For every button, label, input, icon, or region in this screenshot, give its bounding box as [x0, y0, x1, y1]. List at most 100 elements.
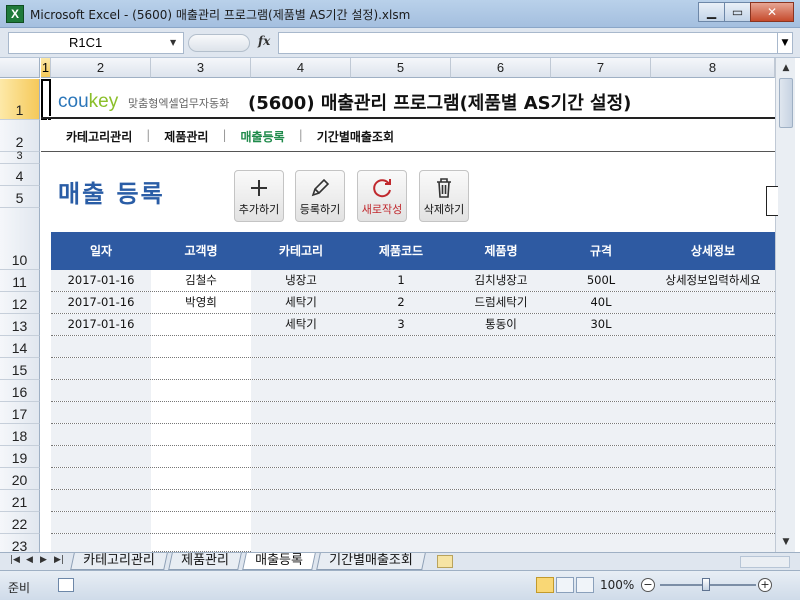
column-header[interactable]: 4 [251, 58, 351, 78]
row-header[interactable]: 5 [0, 186, 40, 208]
nav-link-period-sales[interactable]: 기간별매출조회 [317, 128, 394, 145]
expand-formula-bar-icon[interactable]: ▼ [777, 32, 793, 54]
register-button[interactable]: 등록하기 [295, 170, 345, 222]
insert-function-icon[interactable]: fx [258, 34, 270, 48]
nav-link-sales-entry[interactable]: 매출등록 [241, 128, 285, 145]
horizontal-scrollbar[interactable] [740, 556, 790, 568]
minimize-button[interactable]: ▁ [698, 2, 725, 22]
table-row[interactable] [51, 380, 775, 402]
formula-bar-handle[interactable] [188, 34, 250, 52]
normal-view-icon[interactable] [536, 577, 554, 593]
row-header[interactable]: 18 [0, 424, 40, 446]
cell-product-code[interactable]: 2 [351, 292, 451, 314]
cell-customer[interactable]: 박영희 [151, 292, 251, 314]
row-header[interactable]: 16 [0, 380, 40, 402]
zoom-in-icon[interactable]: + [758, 578, 772, 592]
cell-product-name[interactable]: 김치냉장고 [451, 270, 551, 292]
cell-category[interactable]: 냉장고 [251, 270, 351, 292]
select-all-corner[interactable] [0, 58, 40, 78]
table-row[interactable] [51, 358, 775, 380]
table-row[interactable]: 2017-01-16 세탁기 3 통동이 30L [51, 314, 775, 336]
formula-input[interactable] [278, 32, 778, 54]
cell-customer[interactable]: 김철수 [151, 270, 251, 292]
cell-category[interactable]: 세탁기 [251, 314, 351, 336]
cell-details[interactable]: 상세정보입력하세요 [651, 270, 775, 292]
page-break-view-icon[interactable] [576, 577, 594, 593]
sheet-tab-product[interactable]: 제품관리 [168, 553, 242, 570]
column-header[interactable]: 6 [451, 58, 551, 78]
maximize-button[interactable]: ▭ [724, 2, 751, 22]
excel-app-icon[interactable]: X [6, 5, 24, 23]
table-row[interactable]: 2017-01-16 박영희 세탁기 2 드럼세탁기 40L [51, 292, 775, 314]
nav-link-product[interactable]: 제품관리 [164, 128, 208, 145]
cell-product-name[interactable]: 통동이 [451, 314, 551, 336]
page-layout-view-icon[interactable] [556, 577, 574, 593]
row-header[interactable]: 1 [0, 79, 40, 120]
record-macro-icon[interactable] [58, 578, 74, 592]
column-header[interactable]: 2 [51, 58, 151, 78]
cell-date[interactable]: 2017-01-16 [51, 270, 151, 292]
column-header[interactable]: 1 [41, 58, 51, 78]
row-header[interactable]: 14 [0, 336, 40, 358]
cell-customer[interactable] [151, 314, 251, 336]
sheet-tab-period-sales[interactable]: 기간별매출조회 [316, 553, 426, 570]
cell-date[interactable]: 2017-01-16 [51, 314, 151, 336]
column-header[interactable]: 8 [651, 58, 775, 78]
column-header[interactable]: 5 [351, 58, 451, 78]
row-header[interactable]: 19 [0, 446, 40, 468]
first-sheet-icon[interactable]: |◀ [10, 555, 20, 565]
table-row[interactable] [51, 490, 775, 512]
scroll-down-icon[interactable]: ▼ [778, 534, 794, 550]
column-header[interactable]: 3 [151, 58, 251, 78]
column-header[interactable]: 7 [551, 58, 651, 78]
row-header[interactable]: 12 [0, 292, 40, 314]
cell-details[interactable] [651, 292, 775, 314]
prev-sheet-icon[interactable]: ◀ [26, 555, 33, 565]
table-row[interactable] [51, 512, 775, 534]
row-header[interactable]: 11 [0, 270, 40, 292]
row-header[interactable]: 4 [0, 164, 40, 186]
close-button[interactable]: ✕ [750, 2, 794, 22]
row-header[interactable]: 3 [0, 150, 40, 164]
cell-spec[interactable]: 40L [551, 292, 651, 314]
insert-sheet-icon[interactable] [437, 555, 453, 568]
vertical-scrollbar[interactable]: ▲ ▼ [775, 58, 795, 552]
row-header[interactable]: 17 [0, 402, 40, 424]
row-header[interactable]: 22 [0, 512, 40, 534]
row-header[interactable]: 13 [0, 314, 40, 336]
sheet-tab-sales-entry[interactable]: 매출등록 [242, 553, 316, 570]
cell-product-code[interactable]: 1 [351, 270, 451, 292]
table-row[interactable] [51, 534, 775, 552]
cell-spec[interactable]: 500L [551, 270, 651, 292]
cell-spec[interactable]: 30L [551, 314, 651, 336]
table-row[interactable] [51, 468, 775, 490]
row-header[interactable]: 15 [0, 358, 40, 380]
name-box[interactable]: R1C1 [8, 32, 184, 54]
next-sheet-icon[interactable]: ▶ [40, 555, 47, 565]
table-row[interactable] [51, 424, 775, 446]
row-header[interactable]: 23 [0, 534, 40, 552]
cell-product-code[interactable]: 3 [351, 314, 451, 336]
row-header[interactable]: 10 [0, 208, 40, 270]
zoom-level[interactable]: 100% [600, 578, 634, 592]
row-header[interactable]: 20 [0, 468, 40, 490]
table-row[interactable]: 2017-01-16 김철수 냉장고 1 김치냉장고 500L 상세정보입력하세… [51, 270, 775, 292]
table-row[interactable] [51, 446, 775, 468]
cell-date[interactable]: 2017-01-16 [51, 292, 151, 314]
row-header[interactable]: 2 [0, 120, 40, 152]
row-header[interactable]: 21 [0, 490, 40, 512]
delete-button[interactable]: 삭제하기 [419, 170, 469, 222]
zoom-out-icon[interactable]: − [641, 578, 655, 592]
nav-link-category[interactable]: 카테고리관리 [66, 128, 132, 145]
cell-product-name[interactable]: 드럼세탁기 [451, 292, 551, 314]
cell-category[interactable]: 세탁기 [251, 292, 351, 314]
table-row[interactable] [51, 336, 775, 358]
add-button[interactable]: 추가하기 [234, 170, 284, 222]
last-sheet-icon[interactable]: ▶| [54, 555, 64, 565]
scroll-up-icon[interactable]: ▲ [778, 60, 794, 76]
cell-details[interactable] [651, 314, 775, 336]
zoom-slider-thumb[interactable] [702, 578, 710, 591]
table-row[interactable] [51, 402, 775, 424]
new-write-button[interactable]: 새로작성 [357, 170, 407, 222]
sheet-tab-category[interactable]: 카테고리관리 [70, 553, 168, 570]
